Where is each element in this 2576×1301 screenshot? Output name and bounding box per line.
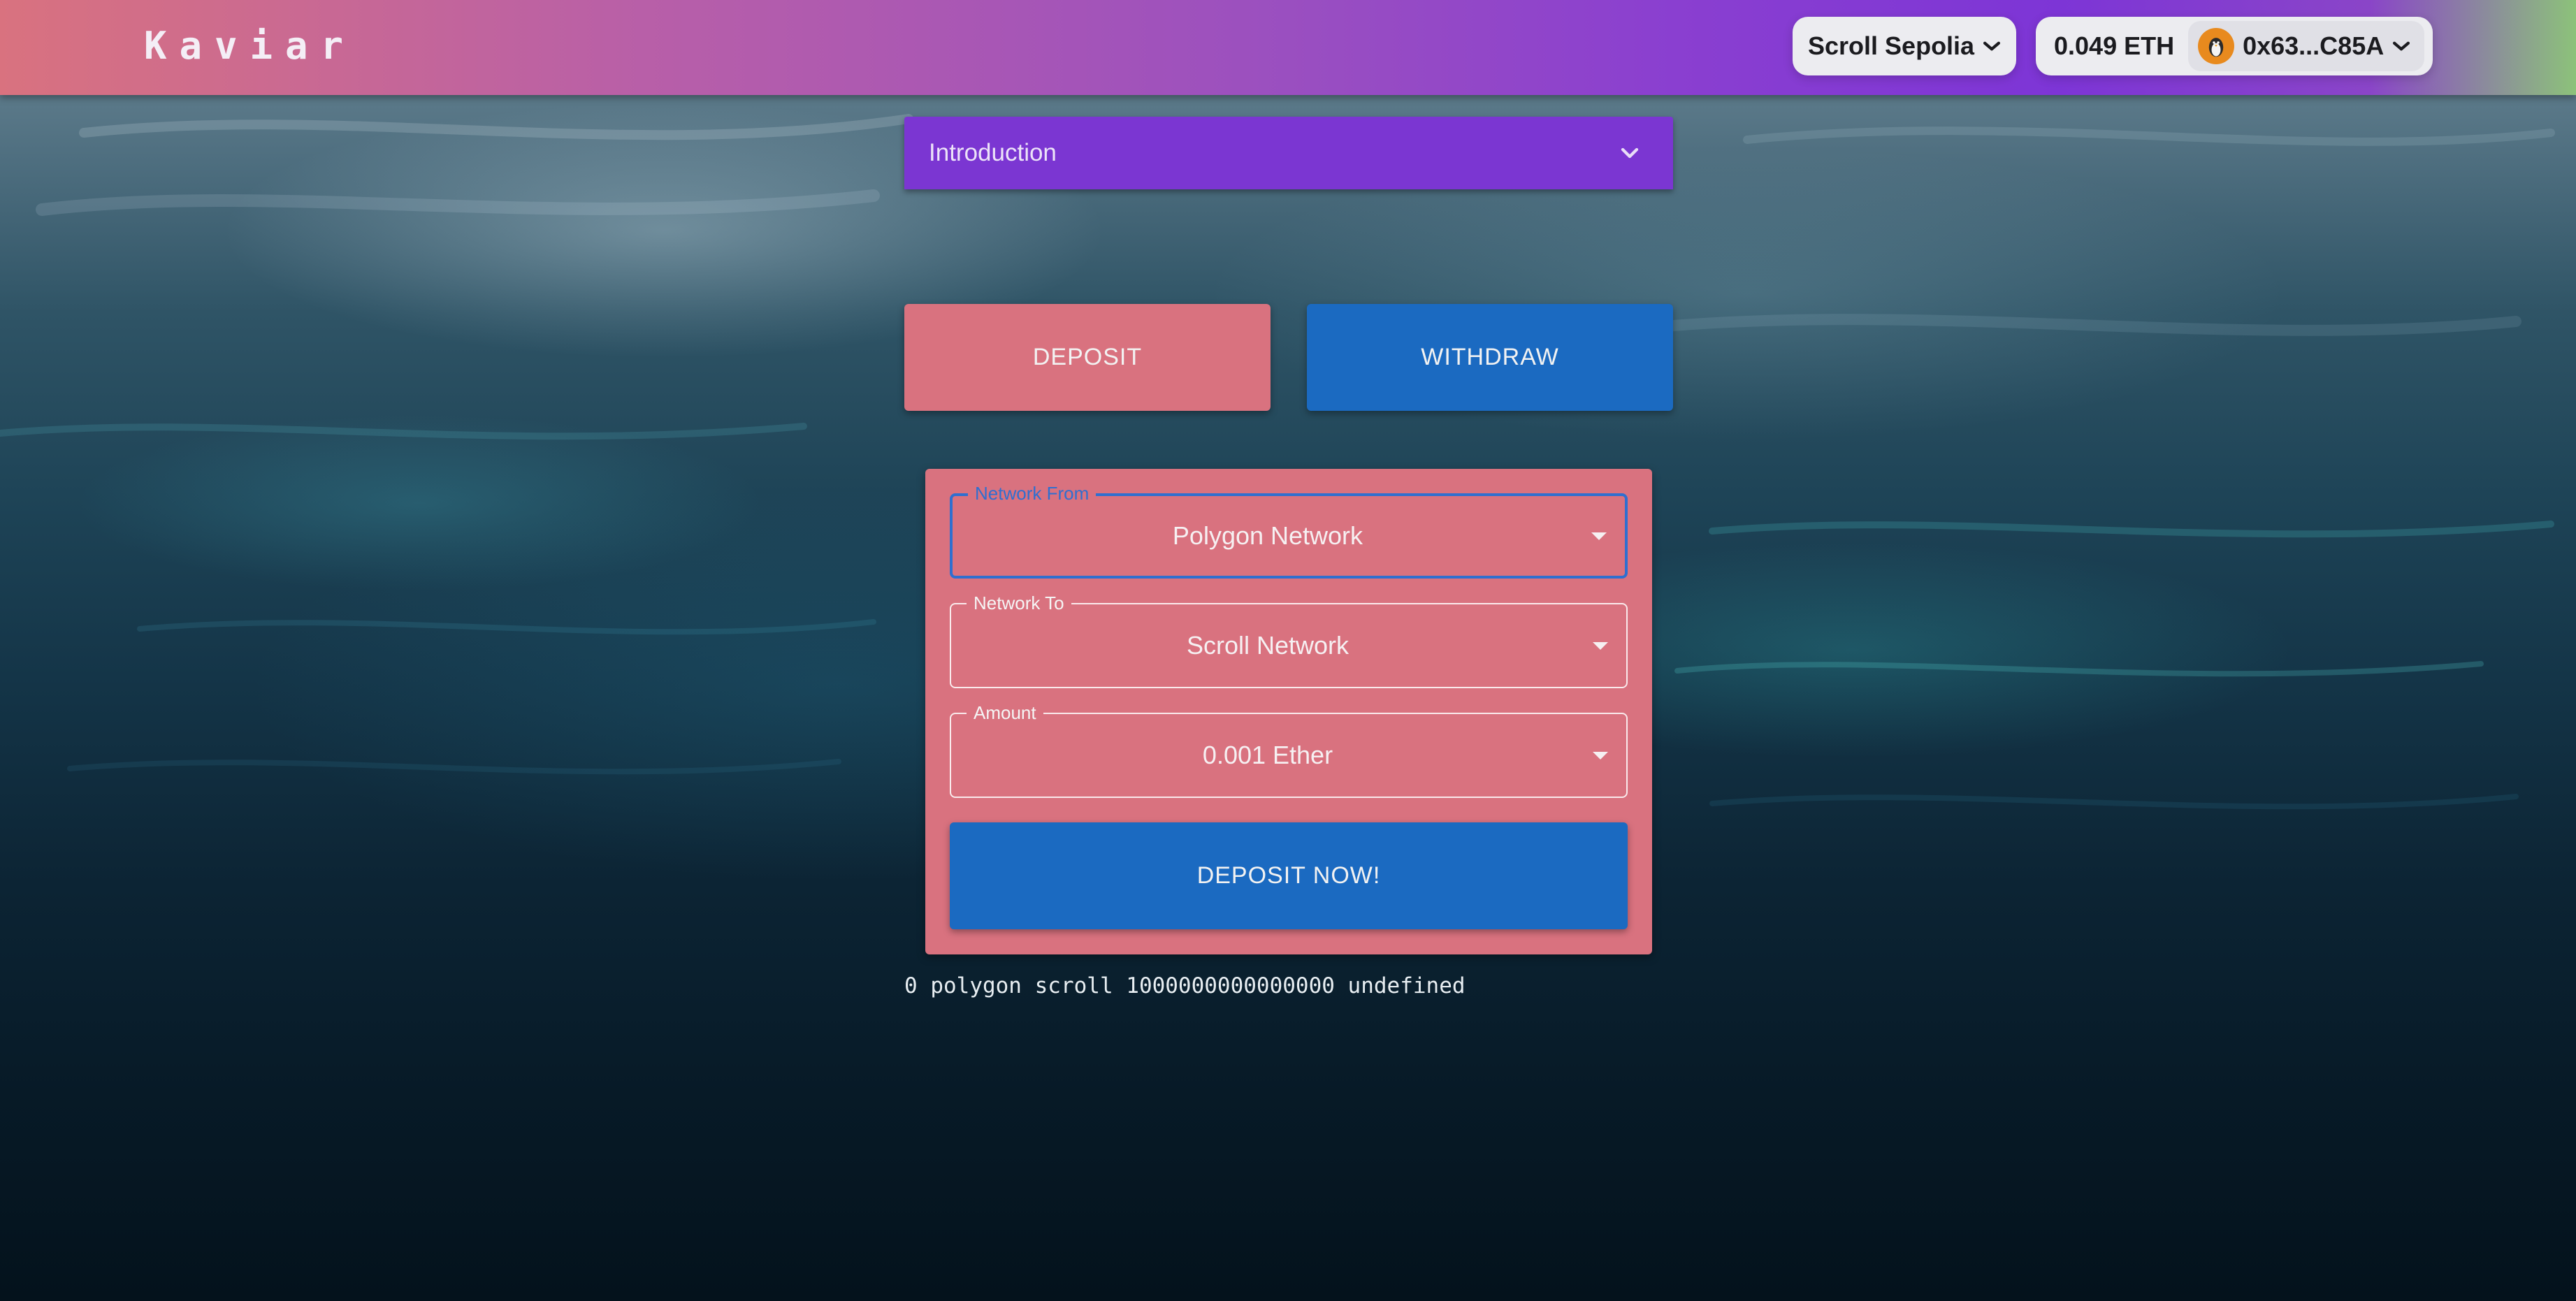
introduction-label: Introduction — [929, 139, 1057, 166]
account-address: 0x63...C85A — [2243, 31, 2385, 60]
network-to-value: Scroll Network — [1186, 631, 1349, 660]
deposit-form-card: Network From Polygon Network Network To … — [925, 469, 1652, 954]
amount-value: 0.001 Ether — [1202, 741, 1333, 769]
penguin-avatar-icon — [2198, 28, 2235, 64]
top-navbar: Kaviar Scroll Sepolia 0.049 ETH 0x63...C… — [0, 0, 2576, 95]
network-from-select[interactable]: Network From Polygon Network — [950, 484, 1628, 579]
introduction-accordion[interactable]: Introduction — [904, 117, 1673, 189]
account-button[interactable]: 0.049 ETH 0x63...C85A — [2036, 17, 2433, 75]
network-from-value: Polygon Network — [1172, 521, 1363, 550]
deposit-now-button[interactable]: DEPOSIT NOW! — [950, 822, 1628, 929]
account-address-chip[interactable]: 0x63...C85A — [2188, 21, 2425, 71]
network-selector-button[interactable]: Scroll Sepolia — [1793, 17, 2016, 75]
network-to-select[interactable]: Network To Scroll Network — [950, 593, 1628, 688]
network-selector-label: Scroll Sepolia — [1808, 31, 1975, 60]
eth-balance: 0.049 ETH — [2054, 31, 2175, 60]
deposit-tab-button[interactable]: DEPOSIT — [904, 304, 1271, 411]
brand-logo[interactable]: Kaviar — [144, 24, 356, 68]
caret-down-icon — [1591, 532, 1607, 540]
expand-more-icon — [1621, 147, 1639, 159]
amount-select[interactable]: Amount 0.001 Ether — [950, 703, 1628, 798]
chevron-down-icon — [2393, 41, 2410, 51]
caret-down-icon — [1593, 642, 1608, 650]
debug-output-text: 0 polygon scroll 1000000000000000 undefi… — [904, 973, 1466, 998]
caret-down-icon — [1593, 752, 1608, 759]
withdraw-tab-button[interactable]: WITHDRAW — [1307, 304, 1673, 411]
chevron-down-icon — [1983, 41, 2001, 51]
